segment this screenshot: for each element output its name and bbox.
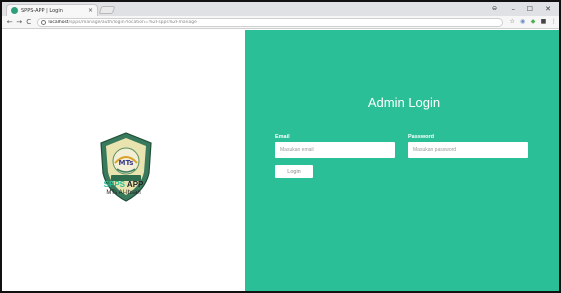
- new-tab-button[interactable]: [98, 6, 116, 14]
- page-content: MTs SPPS APP MTs Al-Ihsan Admin Login Em…: [2, 30, 559, 291]
- forward-button[interactable]: →: [14, 16, 23, 28]
- app-name-accent: SPPS: [103, 180, 125, 189]
- minimize-button[interactable]: –: [512, 3, 516, 15]
- tab-strip: SPPS-APP | Login × ⊖ – ☐ ✕: [2, 2, 559, 16]
- profile-icon[interactable]: ⊖: [492, 3, 497, 15]
- extension-icon[interactable]: ■: [538, 16, 548, 28]
- menu-icon[interactable]: ⋮: [549, 16, 559, 28]
- browser-toolbar: ← → C localhost/spps/manage/auth/login?l…: [2, 16, 559, 29]
- url-host: localhost: [48, 19, 69, 25]
- bookmark-star-icon[interactable]: ☆: [507, 16, 517, 28]
- school-name: MTs Al-Ihsan: [106, 190, 141, 196]
- login-panel: Admin Login Email Password Login: [245, 30, 559, 291]
- back-button[interactable]: ←: [5, 16, 14, 28]
- logo-text: MTs: [119, 159, 134, 167]
- extension-icon[interactable]: ◉: [517, 16, 527, 28]
- close-window-button[interactable]: ✕: [545, 3, 551, 15]
- password-field[interactable]: [408, 142, 528, 158]
- maximize-button[interactable]: ☐: [527, 3, 533, 15]
- favicon-icon: [11, 7, 18, 14]
- extension-icon[interactable]: ◆: [528, 16, 538, 28]
- url-text: localhost/spps/manage/auth/login?locatio…: [48, 20, 196, 25]
- email-field[interactable]: [275, 142, 395, 158]
- email-label: Email: [275, 134, 290, 140]
- reload-button[interactable]: C: [24, 16, 33, 28]
- tab-title: SPPS-APP | Login: [21, 7, 63, 14]
- branding-panel: MTs SPPS APP MTs Al-Ihsan: [2, 30, 245, 291]
- app-name-rest: APP: [124, 180, 144, 189]
- address-bar[interactable]: localhost/spps/manage/auth/login?locatio…: [37, 17, 503, 27]
- info-icon[interactable]: [41, 19, 47, 25]
- password-label: Password: [408, 134, 434, 140]
- browser-window: SPPS-APP | Login × ⊖ – ☐ ✕ ← → C localho…: [0, 0, 561, 293]
- app-name: SPPS APP: [2, 180, 245, 189]
- login-title: Admin Login: [367, 95, 441, 110]
- url-path: /spps/manage/auth/login?location=%2Fspps…: [68, 19, 197, 25]
- tab-close-icon[interactable]: ×: [88, 7, 93, 14]
- browser-tab[interactable]: SPPS-APP | Login ×: [6, 4, 98, 16]
- login-button[interactable]: Login: [275, 165, 313, 178]
